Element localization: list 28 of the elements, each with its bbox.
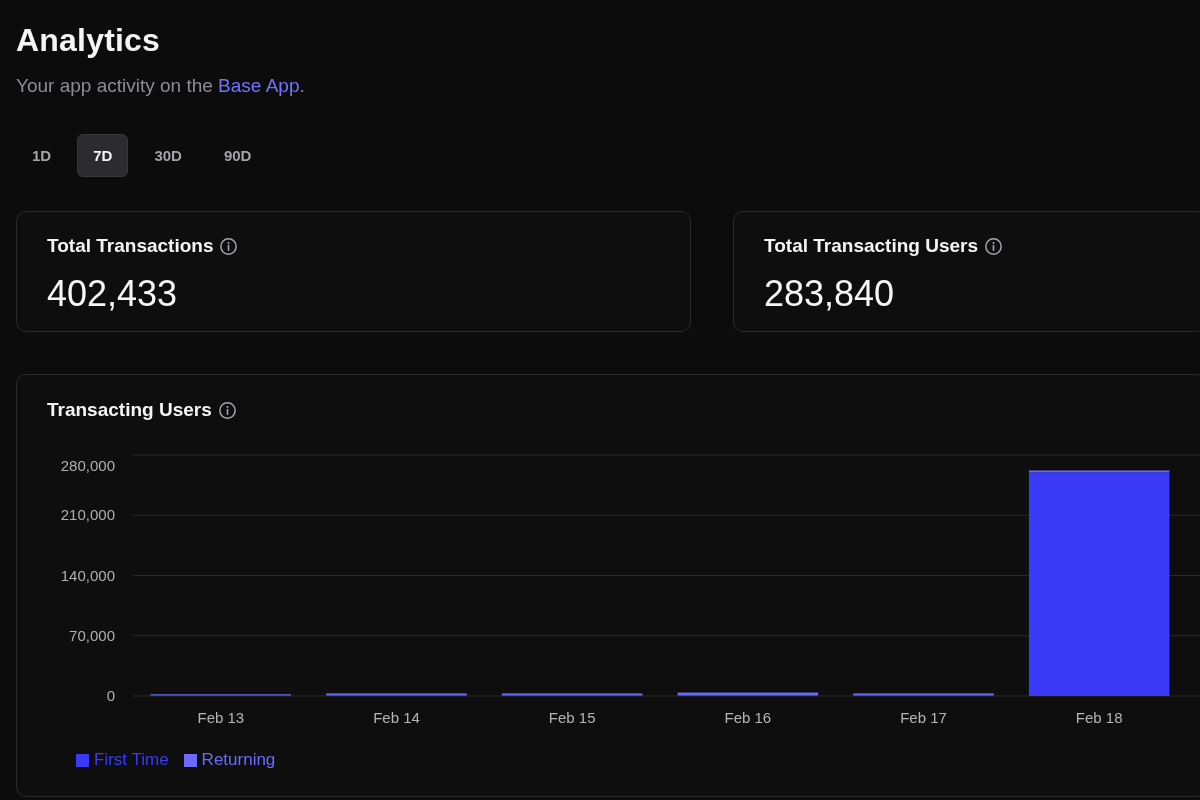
- stat-value: 402,433: [47, 274, 179, 314]
- stat-label: Total Transactions: [47, 235, 214, 257]
- x-axis-label: Feb 14: [373, 709, 420, 726]
- range-tab[interactable]: 90D: [207, 134, 268, 177]
- stat-value: 283,840: [764, 274, 896, 314]
- page-title: Analytics: [16, 21, 162, 60]
- app-link[interactable]: Base App: [218, 75, 300, 96]
- y-axis-label: 280,000: [60, 457, 115, 474]
- info-icon[interactable]: [218, 401, 236, 419]
- range-tab[interactable]: 1D: [16, 134, 68, 177]
- y-axis-label: 0: [106, 687, 115, 704]
- x-axis-label: Feb 13: [197, 709, 245, 726]
- chart-title: Transacting Users: [47, 399, 212, 421]
- range-tab[interactable]: 7D: [77, 134, 129, 177]
- range-tab[interactable]: 30D: [138, 134, 198, 177]
- x-axis-label: Feb 17: [900, 709, 947, 726]
- info-icon[interactable]: [220, 237, 238, 255]
- info-icon[interactable]: [985, 237, 1002, 255]
- x-axis-label: Feb 15: [548, 709, 596, 726]
- y-axis-label: 140,000: [60, 566, 115, 584]
- x-axis-label: Feb 18: [1075, 709, 1123, 726]
- stat-label: Total Transacting Users: [764, 235, 978, 257]
- page-subtitle: Your app activity on the Base App.: [16, 74, 306, 98]
- legend-label: First Time: [94, 750, 169, 770]
- y-axis-label: 70,000: [69, 626, 115, 644]
- x-axis-label: Feb 16: [724, 709, 772, 726]
- legend-label: Returning: [201, 750, 276, 770]
- y-axis-label: 210,000: [60, 506, 115, 524]
